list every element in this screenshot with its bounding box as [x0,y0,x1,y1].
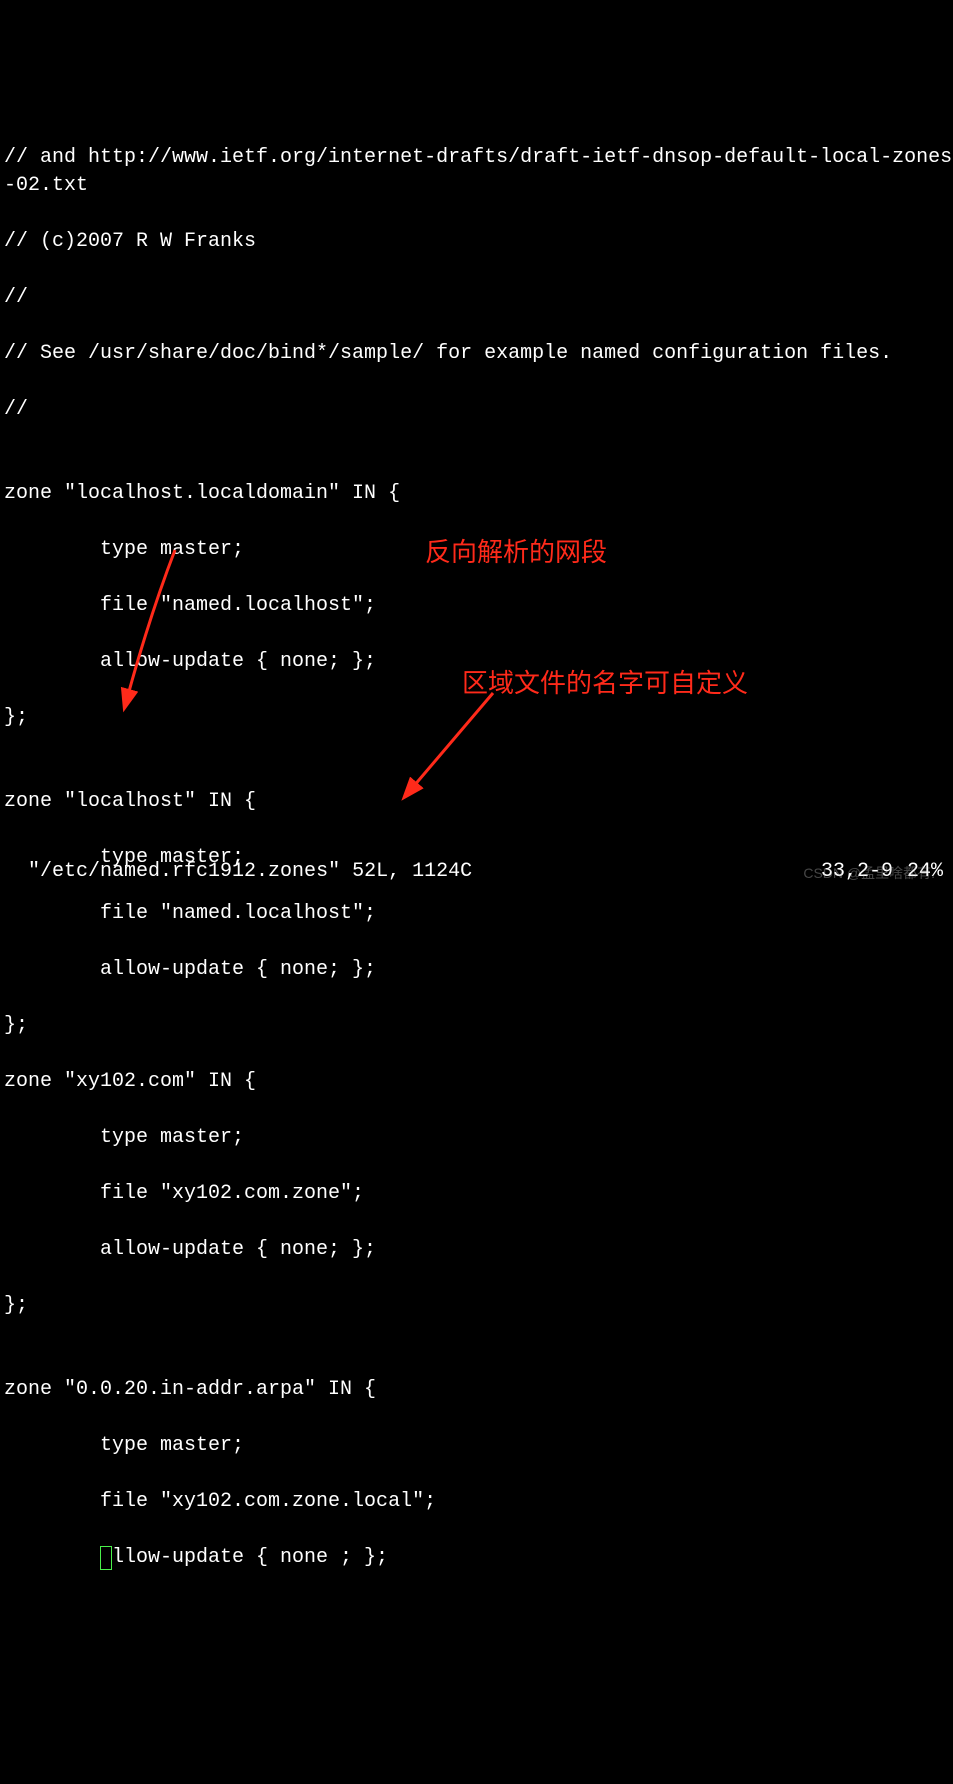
code-indent [4,1546,100,1569]
code-line: zone "localhost.localdomain" IN { [4,480,953,508]
code-line: allow-update { none; }; [4,956,953,984]
code-line: // [4,396,953,424]
code-line: // (c)2007 R W Franks [4,228,953,256]
code-line: type master; [4,1432,953,1460]
code-line: }; [4,1292,953,1320]
code-line: zone "localhost" IN { [4,788,953,816]
code-text: llow-update { none ; }; [112,1546,388,1569]
code-line: }; [4,1012,953,1040]
code-line: zone "xy102.com" IN { [4,1068,953,1096]
code-line: // [4,284,953,312]
code-line: allow-update { none; }; [4,1236,953,1264]
code-line: file "xy102.com.zone"; [4,1180,953,1208]
code-line: file "xy102.com.zone.local"; [4,1488,953,1516]
code-line-cursor: llow-update { none ; }; [4,1544,953,1572]
annotation-reverse-zone: 反向解析的网段 [425,534,607,570]
code-line: file "named.localhost"; [4,592,953,620]
code-line: file "named.localhost"; [4,900,953,928]
annotation-zone-file: 区域文件的名字可自定义 [462,665,748,701]
cursor [100,1546,112,1570]
code-line: // See /usr/share/doc/bind*/sample/ for … [4,340,953,368]
code-line: }; [4,704,953,732]
code-line: zone "0.0.20.in-addr.arpa" IN { [4,1376,953,1404]
code-line: type master; [4,1124,953,1152]
watermark: CSDN @孟里啥都有. [803,864,935,884]
code-line: // and http://www.ietf.org/internet-draf… [4,144,953,200]
status-filename: "/etc/named.rfc1912.zones" 52L, 1124C [28,860,472,883]
